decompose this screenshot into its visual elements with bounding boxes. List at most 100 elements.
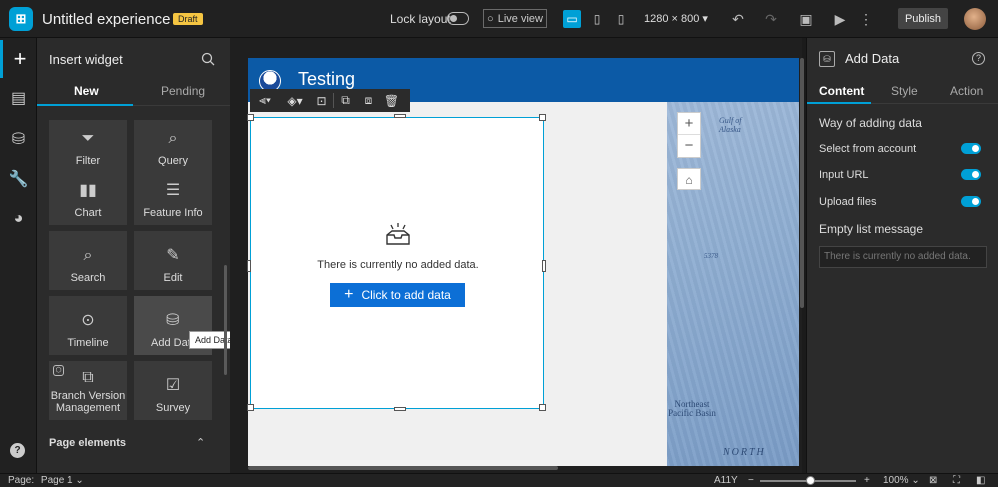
resize-handle[interactable] (247, 260, 251, 272)
avatar[interactable] (964, 8, 986, 30)
add-data-widget-icon: ⛁ (819, 51, 835, 67)
accessibility-button[interactable]: A11Y (714, 475, 738, 486)
save-icon[interactable]: ▣ (797, 10, 815, 28)
map-widget[interactable]: + − ⌂ Gulf of Alaska 5378 Northeast Paci… (667, 102, 799, 466)
edit-icon: ✎ (166, 247, 180, 264)
resize-handle[interactable] (542, 260, 546, 272)
resolution-selector[interactable]: 1280 × 800 ▾ (644, 12, 708, 25)
widget-card-feature-info[interactable]: ☰ Feature Info (134, 166, 212, 225)
add-data-button-label: Click to add data (361, 288, 451, 302)
tab-style[interactable]: Style (891, 84, 918, 98)
delete-icon[interactable]: 🗑 (380, 89, 403, 112)
wrench-icon[interactable]: 🔧 (0, 160, 37, 198)
search-icon[interactable] (201, 52, 215, 66)
page-value: Page 1 (40, 475, 73, 486)
home-icon[interactable]: ⌂ (677, 168, 701, 190)
desktop-device-button[interactable]: ▭ (563, 10, 581, 28)
panel-scrollbar[interactable] (224, 265, 227, 375)
widget-card-edit[interactable]: ✎ Edit (134, 231, 212, 290)
resize-handle[interactable] (539, 114, 546, 121)
resolution-value: 1280 × 800 (644, 13, 700, 25)
phone-device-button[interactable]: ▯ (612, 10, 630, 28)
widget-label: Feature Info (143, 207, 203, 219)
publish-button[interactable]: Publish (898, 8, 948, 29)
tab-new[interactable]: New (74, 84, 99, 98)
page-title[interactable]: Testing (298, 69, 355, 90)
widget-label: Timeline (67, 337, 109, 349)
resize-handle[interactable] (247, 114, 254, 121)
feature-info-icon: ☰ (165, 182, 181, 199)
insert-widget-icon[interactable]: + (0, 40, 37, 78)
help-icon[interactable]: ? (972, 52, 985, 65)
widget-card-search[interactable]: ⌕ Search (49, 231, 127, 290)
option-row: Input URL (819, 169, 987, 181)
redo-icon[interactable]: ↷ (762, 10, 780, 28)
select-from-account-toggle[interactable] (961, 143, 981, 154)
app-title[interactable]: Untitled experience 1 (42, 11, 183, 28)
page-icon[interactable]: ▤ (0, 79, 37, 117)
zoom-out-icon[interactable]: − (748, 475, 754, 486)
duplicate-icon[interactable]: ⧉ (334, 89, 357, 112)
page-selector[interactable]: Page: Page 1 ⌄ (8, 475, 84, 486)
live-view-button[interactable]: ○ Live view (483, 9, 547, 28)
chevron-up-icon[interactable]: ⌃ (196, 436, 205, 449)
zoom-out-icon[interactable]: − (678, 135, 700, 157)
undo-icon[interactable]: ↶ (729, 10, 747, 28)
filter-icon: ⏷ (81, 130, 95, 147)
unlock-icon[interactable]: ⊡ (310, 89, 333, 112)
live-view-radio-icon: ○ (487, 12, 494, 25)
experience-builder-logo-icon[interactable]: ⊞ (9, 7, 33, 31)
inbox-tray-icon (386, 223, 410, 245)
widget-card-branch-version-management[interactable]: ⬡ ⧉ Branch Version Management (49, 361, 127, 420)
add-data-widget[interactable]: There is currently no added data. + Clic… (247, 114, 546, 411)
top-bar: ⊞ Untitled experience 1 Draft Lock layou… (0, 0, 998, 38)
resize-handle[interactable] (539, 404, 546, 411)
settings-copy-icon[interactable]: ⧈ (357, 89, 380, 112)
phone-icon: ▯ (617, 12, 625, 26)
empty-message-input[interactable]: There is currently no added data. (819, 246, 987, 268)
settings-title: Add Data (845, 51, 900, 66)
beta-badge-icon: ⬡ (53, 365, 64, 376)
widget-toolbar: ⫷▾ ◈▾ ⊡ ⧉ ⧈ 🗑 (250, 89, 410, 112)
canvas-horizontal-scrollbar[interactable] (248, 466, 558, 470)
widget-grid: ⏷ Filter ⌕ Query ▮▮ Chart ☰ Feature Info… (49, 120, 225, 460)
tab-action[interactable]: Action (950, 84, 983, 98)
toggle-panel-icon[interactable]: ◧ (976, 475, 985, 486)
tablet-device-button[interactable]: ▯ (588, 10, 606, 28)
tab-pending[interactable]: Pending (161, 84, 205, 98)
click-to-add-data-button[interactable]: + Click to add data (330, 283, 465, 307)
upload-files-toggle[interactable] (961, 196, 981, 207)
widget-card-survey[interactable]: ☑ Survey (134, 361, 212, 420)
zoom-slider-handle[interactable] (806, 476, 815, 485)
widget-card-chart[interactable]: ▮▮ Chart (49, 166, 127, 225)
plus-icon: + (344, 286, 354, 303)
lock-layout-toggle[interactable] (447, 12, 469, 25)
chevron-down-icon: ⌄ (75, 475, 84, 486)
zoom-level[interactable]: 100% ⌄ (883, 475, 920, 486)
draft-badge: Draft (173, 13, 203, 25)
preview-play-icon[interactable]: ▶ (831, 10, 849, 28)
chart-icon: ▮▮ (79, 182, 97, 199)
lock-layout-label: Lock layout (390, 12, 451, 26)
layers-icon[interactable]: ◈▾ (280, 89, 310, 112)
resize-handle[interactable] (394, 114, 406, 118)
widget-card-timeline[interactable]: ⊙ Timeline (49, 296, 127, 355)
align-icon[interactable]: ⫷▾ (250, 89, 280, 112)
resize-handle[interactable] (247, 404, 254, 411)
zoom-in-icon[interactable]: + (864, 475, 870, 486)
resize-handle[interactable] (394, 407, 406, 411)
help-icon[interactable]: ? (10, 443, 25, 458)
option-row: Select from account (819, 143, 987, 155)
section-header-page-elements[interactable]: Page elements (49, 437, 126, 449)
input-url-toggle[interactable] (961, 169, 981, 180)
tab-content[interactable]: Content (819, 84, 864, 98)
palette-icon[interactable]: ◕ (0, 200, 37, 238)
left-rail: + ▤ ⛁ 🔧 ◕ (0, 38, 37, 473)
fit-screen-icon[interactable]: ⛶ (953, 475, 960, 486)
data-icon[interactable]: ⛁ (0, 120, 37, 158)
map-label-basin: Northeast Pacific Basin (668, 399, 716, 418)
more-options-icon[interactable]: ⋮ (857, 10, 875, 28)
fit-width-icon[interactable]: ⊠ (929, 475, 937, 486)
zoom-in-icon[interactable]: + (678, 113, 700, 135)
canvas-vertical-scrollbar[interactable] (800, 58, 804, 308)
